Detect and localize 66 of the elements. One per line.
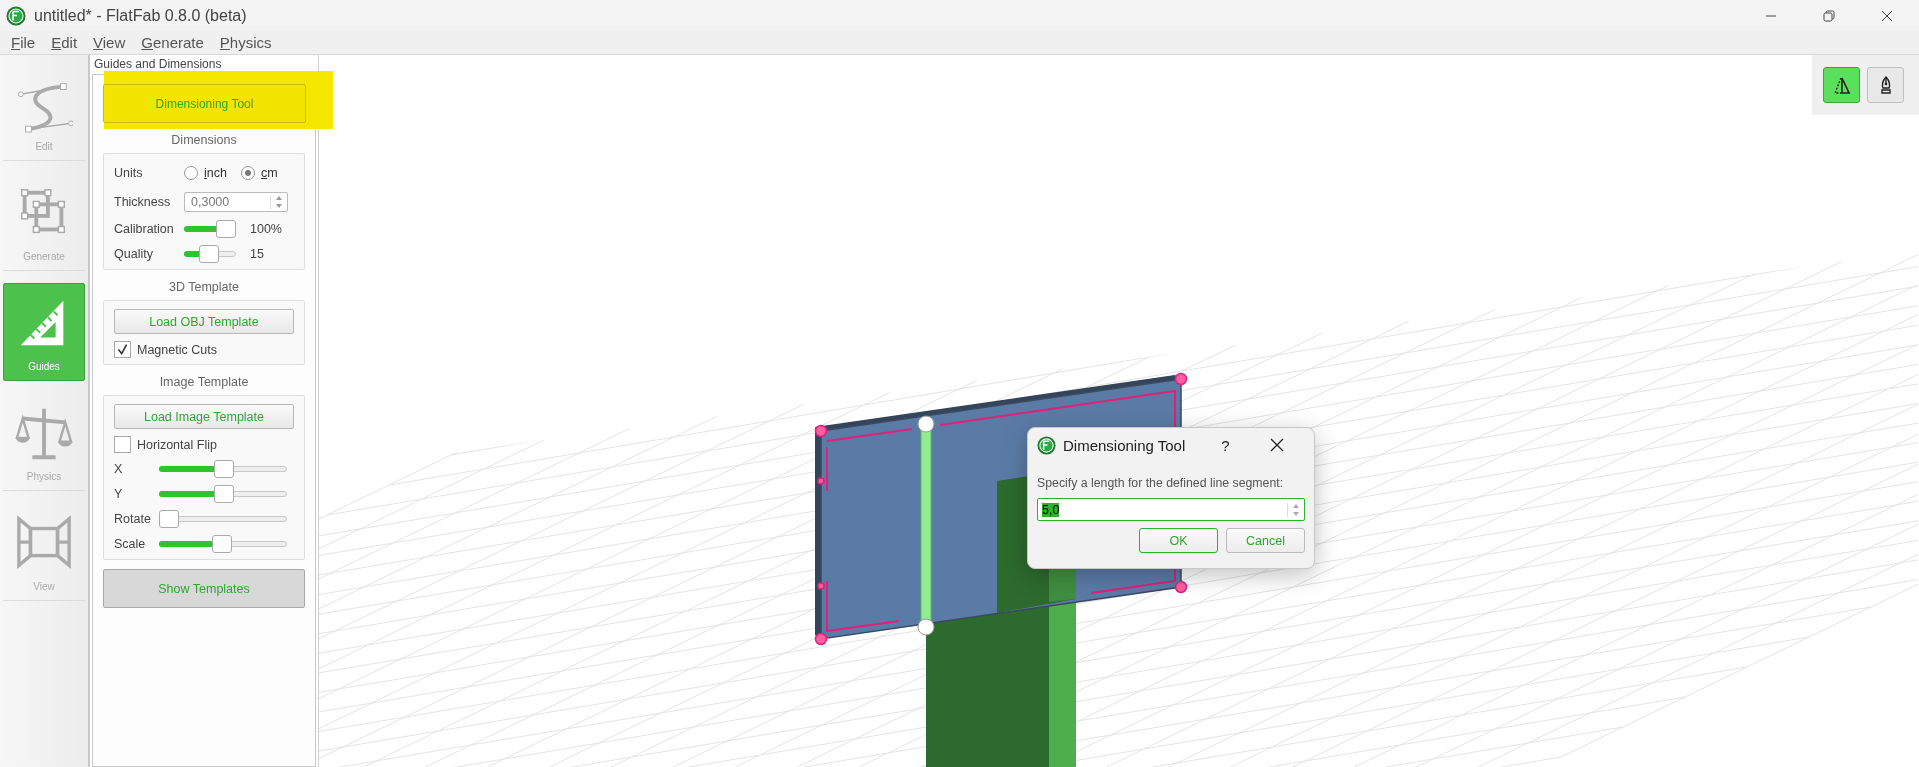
slider-reading: 15 (250, 247, 264, 261)
close-icon[interactable] (1269, 438, 1284, 452)
panel-title: Guides and Dimensions (93, 56, 223, 73)
checkbox[interactable] (114, 341, 131, 358)
checkbox[interactable] (114, 436, 131, 453)
checkmark-icon (116, 343, 129, 356)
nav-tab[interactable]: Edit (3, 63, 85, 161)
load-template-button[interactable]: Load OBJ Template (114, 309, 294, 334)
slider-thumb[interactable] (214, 460, 235, 478)
slider[interactable] (159, 460, 287, 478)
checkbox-label: Horizontal Flip (137, 437, 217, 452)
slider-label: Quality (114, 247, 154, 261)
nav-tab[interactable]: Generate (3, 173, 85, 271)
units-label: Units (114, 166, 144, 180)
section-heading: Dimensions (170, 133, 238, 147)
radio-button[interactable] (184, 166, 198, 180)
nav-tab[interactable]: View (3, 503, 85, 601)
slider-thumb[interactable] (199, 245, 220, 263)
close-icon[interactable] (1881, 9, 1893, 22)
section-heading: Image Template (158, 375, 250, 389)
slider-thumb[interactable] (211, 535, 232, 553)
slider-label: Scale (114, 537, 147, 551)
radio-label[interactable]: inch (204, 166, 227, 180)
slider[interactable] (184, 245, 236, 263)
section-heading: 3D Template (168, 280, 240, 294)
menu-item[interactable]: File (11, 34, 36, 51)
app-logo-icon (6, 5, 26, 26)
thickness-label: Thickness (114, 195, 172, 209)
dimensioning-tool-button[interactable]: Dimensioning Tool (103, 84, 306, 123)
dialog-button[interactable]: OK (1139, 528, 1218, 553)
app-logo-icon (1037, 435, 1056, 455)
slider[interactable] (159, 485, 287, 503)
slider[interactable] (159, 535, 287, 553)
menu-item[interactable]: Generate (141, 34, 204, 51)
slider-label: Y (114, 487, 124, 501)
window-title: untitled* - FlatFab 0.8.0 (beta) (34, 6, 247, 25)
toolbar-button[interactable] (1823, 67, 1860, 103)
nav-tab[interactable]: Guides (3, 283, 85, 381)
help-button[interactable]: ? (1221, 436, 1230, 454)
toolbar-button[interactable] (1867, 67, 1904, 103)
checkbox-label: Magnetic Cuts (137, 342, 217, 357)
measurement-line[interactable] (917, 415, 935, 636)
slider-label: Calibration (114, 222, 175, 236)
restore-icon[interactable] (1823, 9, 1835, 22)
thickness-field[interactable]: 0,3000 (184, 192, 288, 212)
triangle-icon (1832, 75, 1851, 95)
dialog-title: Dimensioning Tool (1063, 436, 1186, 454)
dialog-prompt: Specify a length for the defined line segment: (1037, 476, 1285, 490)
length-field[interactable]: 5,0 (1037, 498, 1305, 521)
dialog-button[interactable]: Cancel (1226, 528, 1305, 553)
radio-button[interactable] (240, 166, 255, 180)
slider-label: X (114, 462, 124, 476)
menu-item[interactable]: Physics (219, 34, 272, 51)
slider-thumb[interactable] (216, 220, 236, 238)
menu-item[interactable]: Edit (51, 34, 78, 51)
menu-item[interactable]: View (93, 34, 126, 51)
nav-tab[interactable]: Physics (3, 393, 85, 491)
slider[interactable] (159, 510, 287, 528)
radio-label[interactable]: cm (260, 166, 278, 180)
slider-thumb[interactable] (214, 485, 235, 503)
slider-thumb[interactable] (159, 510, 179, 528)
load-template-button[interactable]: Load Image Template (114, 404, 294, 429)
slider-reading: 100% (250, 222, 282, 236)
slider-label: Rotate (114, 512, 152, 526)
show-templates-button[interactable]: Show Templates (103, 569, 305, 608)
slider[interactable] (184, 220, 236, 238)
